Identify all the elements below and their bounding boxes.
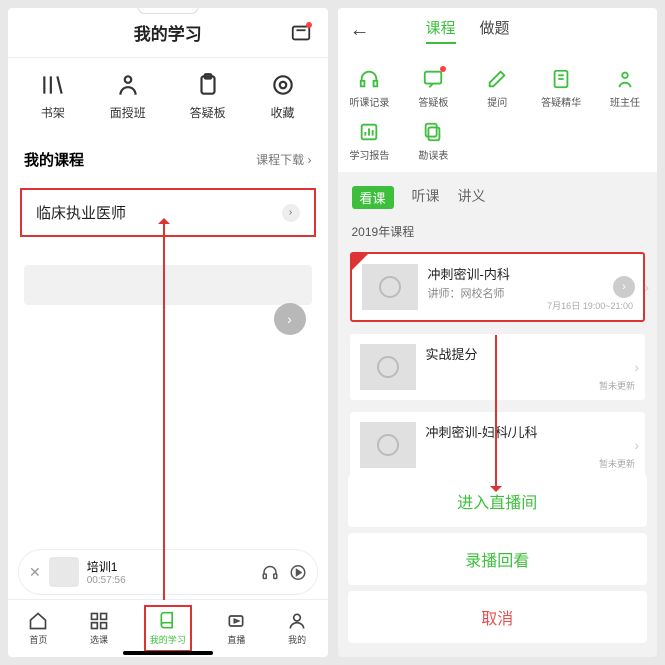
quick-shelf[interactable]: 书架 bbox=[40, 72, 66, 121]
edit-icon bbox=[486, 68, 508, 90]
feature-qa-essence[interactable]: 答疑精华 bbox=[529, 62, 593, 115]
course-name: 临床执业医师 bbox=[36, 202, 126, 223]
grid-icon bbox=[89, 611, 109, 631]
home-indicator bbox=[123, 651, 213, 655]
feature-listen-history[interactable]: 听课记录 bbox=[338, 62, 402, 115]
tab-exercise[interactable]: 做题 bbox=[480, 17, 510, 44]
course-time: 暂未更新 bbox=[599, 379, 635, 392]
section-title: 我的课程 bbox=[24, 149, 84, 170]
headphone-icon bbox=[358, 68, 380, 90]
action-replay[interactable]: 录播回看 bbox=[348, 533, 648, 585]
close-icon[interactable]: ✕ bbox=[29, 564, 41, 581]
page-title: 我的学习 bbox=[134, 20, 202, 45]
left-header: 我的学习 bbox=[8, 8, 328, 58]
feature-teacher[interactable]: 班主任 bbox=[593, 62, 657, 115]
annotation-arrow bbox=[163, 220, 165, 600]
year-label: 2019年课程 bbox=[338, 217, 658, 246]
course-time: 暂未更新 bbox=[599, 457, 635, 470]
tab-my-study[interactable]: 我的学习 bbox=[150, 611, 186, 646]
profile-icon bbox=[287, 611, 307, 631]
course-title: 冲刺密训-内科 bbox=[428, 264, 634, 283]
header-tabs: 课程 做题 bbox=[426, 17, 510, 44]
tab-live[interactable]: 直播 bbox=[226, 611, 246, 646]
tab-label: 直播 bbox=[227, 633, 245, 646]
right-phone: ← 课程 做题 听课记录 答疑板 提问 答疑精华 班主任 学习报告 勘误表 看课… bbox=[338, 8, 658, 657]
quick-label: 收藏 bbox=[271, 104, 295, 121]
headphone-icon[interactable] bbox=[261, 561, 279, 584]
chevron-right-icon: › bbox=[634, 359, 639, 375]
subtab-watch[interactable]: 看课 bbox=[352, 186, 394, 209]
feature-qa-board[interactable]: 答疑板 bbox=[401, 62, 465, 115]
tab-label: 我的学习 bbox=[150, 633, 186, 646]
right-header: ← 课程 做题 bbox=[338, 8, 658, 52]
course-thumbnail bbox=[360, 344, 416, 390]
quick-favorites[interactable]: 收藏 bbox=[270, 72, 296, 121]
live-icon bbox=[226, 611, 246, 631]
course-title: 冲刺密训-妇科/儿科 bbox=[426, 422, 636, 441]
course-thumbnail bbox=[362, 264, 418, 310]
subtab-listen[interactable]: 听课 bbox=[412, 186, 440, 209]
quick-label: 面授班 bbox=[110, 104, 146, 121]
tab-courses[interactable]: 选课 bbox=[89, 611, 109, 646]
feature-ask[interactable]: 提问 bbox=[465, 62, 529, 115]
course-sprint-gyn-ped[interactable]: 冲刺密训-妇科/儿科 › 暂未更新 bbox=[350, 412, 646, 478]
left-phone: 我的学习 书架 面授班 答疑板 收藏 我的课程 课程下载 › 临床执业医师 › … bbox=[8, 8, 328, 657]
my-courses-header: 我的课程 课程下载 › bbox=[8, 139, 328, 180]
tab-home[interactable]: 首页 bbox=[28, 611, 48, 646]
course-title: 实战提分 bbox=[426, 344, 636, 363]
subtab-handout[interactable]: 讲义 bbox=[458, 186, 486, 209]
bottom-tab-bar: 首页 选课 我的学习 直播 我的 bbox=[8, 599, 328, 657]
chevron-right-icon: › bbox=[634, 437, 639, 453]
expand-chevron-icon[interactable]: › bbox=[274, 303, 306, 335]
notification-icon[interactable] bbox=[290, 22, 312, 44]
player-title: 培训1 bbox=[87, 558, 253, 575]
action-enter-live[interactable]: 进入直播间 bbox=[348, 475, 648, 527]
chat-icon bbox=[422, 68, 444, 90]
chevron-right-icon: › bbox=[613, 276, 635, 298]
player-info: 培训1 00:57:56 bbox=[87, 558, 253, 586]
placeholder-block bbox=[24, 265, 312, 305]
clipboard-icon bbox=[195, 72, 221, 98]
quick-face-class[interactable]: 面授班 bbox=[110, 72, 146, 121]
course-time: 7月16日 19:00~21:00 bbox=[547, 299, 633, 312]
quick-label: 书架 bbox=[41, 104, 65, 121]
quick-label: 答疑板 bbox=[190, 104, 226, 121]
chevron-right-icon: › bbox=[644, 279, 649, 295]
back-icon[interactable]: ← bbox=[350, 19, 370, 42]
person-icon bbox=[115, 72, 141, 98]
download-link[interactable]: 课程下载 › bbox=[256, 151, 311, 168]
sub-tabs: 看课 听课 讲义 bbox=[338, 172, 658, 217]
action-cancel[interactable]: 取消 bbox=[348, 591, 648, 643]
home-icon bbox=[28, 611, 48, 631]
mini-player[interactable]: ✕ 培训1 00:57:56 bbox=[18, 549, 318, 595]
quick-qa-board[interactable]: 答疑板 bbox=[190, 72, 226, 121]
tab-label: 首页 bbox=[29, 633, 47, 646]
player-time: 00:57:56 bbox=[87, 575, 253, 586]
feature-grid: 听课记录 答疑板 提问 答疑精华 班主任 学习报告 勘误表 bbox=[338, 52, 658, 172]
chevron-right-icon: › bbox=[282, 204, 300, 222]
feature-report[interactable]: 学习报告 bbox=[338, 115, 402, 168]
tab-course[interactable]: 课程 bbox=[426, 17, 456, 44]
doc-icon bbox=[550, 68, 572, 90]
teacher-icon bbox=[614, 68, 636, 90]
play-icon[interactable] bbox=[289, 561, 307, 584]
tab-label: 我的 bbox=[288, 633, 306, 646]
player-thumbnail bbox=[49, 557, 79, 587]
quick-actions: 书架 面授班 答疑板 收藏 bbox=[8, 58, 328, 139]
action-sheet: 进入直播间 录播回看 取消 bbox=[348, 475, 648, 643]
course-sprint-internal[interactable]: 冲刺密训-内科 讲师：网校名师 › › 7月16日 19:00~21:00 bbox=[350, 252, 646, 322]
course-practice[interactable]: 实战提分 › 暂未更新 bbox=[350, 334, 646, 400]
copy-icon bbox=[422, 121, 444, 143]
feature-errata[interactable]: 勘误表 bbox=[401, 115, 465, 168]
book-icon bbox=[158, 611, 178, 631]
player-controls bbox=[261, 561, 307, 584]
annotation-arrow bbox=[495, 335, 497, 490]
target-icon bbox=[270, 72, 296, 98]
report-icon bbox=[358, 121, 380, 143]
course-thumbnail bbox=[360, 422, 416, 468]
shelf-icon bbox=[40, 72, 66, 98]
tab-profile[interactable]: 我的 bbox=[287, 611, 307, 646]
tab-label: 选课 bbox=[90, 633, 108, 646]
